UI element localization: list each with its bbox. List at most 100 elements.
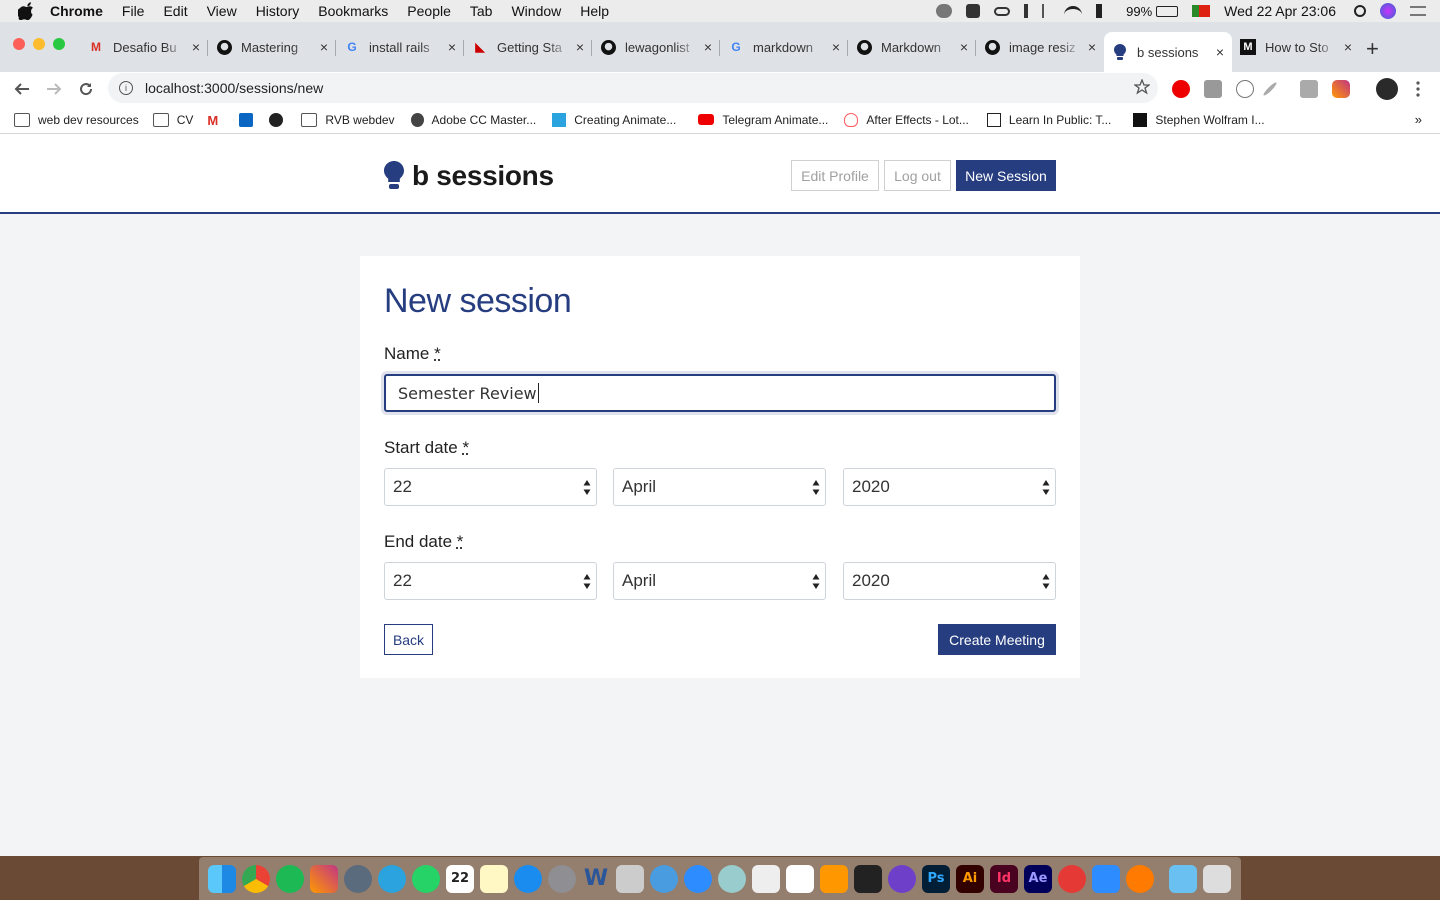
drive-extension-icon[interactable] — [1204, 80, 1222, 98]
bookmark[interactable]: Creating Animate... — [552, 112, 676, 127]
script-icon[interactable] — [616, 864, 644, 893]
indesign-icon[interactable]: Id — [990, 864, 1018, 893]
end-day-select[interactable]: 22 — [384, 562, 597, 600]
siri-icon[interactable] — [1380, 3, 1396, 19]
bookmark-folder[interactable]: RVB webdev — [301, 112, 395, 127]
close-tab-icon[interactable]: × — [192, 39, 200, 55]
instagram-extension-icon[interactable] — [1332, 80, 1350, 98]
textedit-icon[interactable] — [752, 864, 780, 893]
minimize-window-button[interactable] — [33, 38, 45, 50]
telegram-icon[interactable] — [378, 864, 406, 893]
quicktime-icon[interactable] — [650, 864, 678, 893]
menu-window[interactable]: Window — [511, 3, 561, 19]
forward-arrow-icon[interactable] — [43, 78, 65, 100]
zoom-icon[interactable] — [684, 864, 712, 893]
menu-bookmarks[interactable]: Bookmarks — [318, 3, 388, 19]
tab[interactable]: Gmarkdown × — [720, 32, 848, 62]
new-tab-icon[interactable]: + — [1366, 36, 1379, 62]
new-session-button[interactable]: New Session — [956, 160, 1056, 191]
bookmark[interactable] — [239, 112, 261, 127]
menu-history[interactable]: History — [256, 3, 300, 19]
reload-icon[interactable] — [75, 78, 97, 100]
finder-icon[interactable] — [208, 864, 236, 893]
aftereffects-icon[interactable]: Ae — [1024, 864, 1052, 893]
bookmark[interactable]: M — [207, 113, 231, 128]
bookmark-folder[interactable]: CV — [152, 112, 193, 127]
close-tab-icon[interactable]: × — [576, 39, 584, 55]
terminal-icon[interactable] — [854, 864, 882, 893]
chrome-icon[interactable] — [242, 864, 270, 893]
close-tab-icon[interactable]: × — [1344, 39, 1352, 55]
settings-icon[interactable] — [548, 864, 576, 893]
spotlight-icon[interactable] — [1354, 5, 1366, 17]
bookmark[interactable]: Learn In Public: T... — [986, 112, 1111, 127]
whatsapp-icon[interactable] — [412, 864, 440, 893]
hand-icon[interactable] — [1058, 864, 1086, 893]
spotify-icon[interactable] — [276, 864, 304, 893]
sublime-icon[interactable] — [820, 864, 848, 893]
safari-icon[interactable] — [718, 864, 746, 893]
start-year-select[interactable]: 2020 — [843, 468, 1056, 506]
word-icon[interactable]: W — [582, 865, 610, 893]
menu-help[interactable]: Help — [580, 3, 609, 19]
extension-icon[interactable] — [1236, 80, 1254, 98]
menu-dots-icon[interactable] — [1407, 78, 1429, 100]
close-tab-icon[interactable]: × — [448, 39, 456, 55]
bookmark[interactable] — [269, 112, 291, 127]
close-tab-icon[interactable]: × — [832, 39, 840, 55]
log-out-button[interactable]: Log out — [884, 160, 951, 191]
tab[interactable]: ◣ Getting Sta × — [464, 32, 592, 62]
start-day-select[interactable]: 22 — [384, 468, 597, 506]
close-tab-icon[interactable]: × — [704, 39, 712, 55]
notes-icon[interactable] — [480, 864, 508, 893]
close-tab-icon[interactable]: × — [320, 39, 328, 55]
bookmark-star-icon[interactable] — [1133, 78, 1151, 100]
menu-people[interactable]: People — [407, 3, 451, 19]
end-year-select[interactable]: 2020 — [843, 562, 1056, 600]
wifi-icon[interactable] — [1064, 6, 1083, 16]
photoshop-icon[interactable]: Ps — [922, 864, 950, 893]
back-arrow-icon[interactable] — [11, 78, 33, 100]
maximize-window-button[interactable] — [53, 38, 65, 50]
app-status-icon[interactable] — [966, 4, 981, 18]
close-window-button[interactable] — [13, 38, 25, 50]
profile-avatar[interactable] — [1376, 78, 1398, 100]
close-tab-icon[interactable]: × — [1216, 44, 1224, 60]
instagram-icon[interactable] — [310, 864, 338, 893]
battery-icon[interactable] — [1156, 5, 1179, 17]
transfer-icon[interactable] — [1024, 4, 1029, 18]
tab-active[interactable]: b sessions × — [1104, 32, 1232, 72]
trash-icon[interactable] — [1203, 864, 1231, 893]
illustrator-icon[interactable]: Ai — [956, 864, 984, 893]
tab[interactable]: lewagonlist × — [592, 32, 720, 62]
folder-icon[interactable] — [1169, 864, 1197, 893]
bookmark[interactable]: After Effects - Lot... — [844, 112, 969, 127]
more-bookmarks-icon[interactable]: » — [1415, 112, 1422, 127]
apple-icon[interactable] — [18, 2, 36, 20]
opera-extension-icon[interactable] — [1172, 80, 1190, 98]
bluetooth-icon[interactable] — [1042, 4, 1050, 18]
volume-icon[interactable] — [1096, 4, 1112, 18]
tab[interactable]: Ginstall rails × — [336, 32, 464, 62]
back-button[interactable]: Back — [384, 624, 433, 655]
tab[interactable]: Mastering × — [208, 32, 336, 62]
notification-center-icon[interactable] — [1410, 6, 1426, 16]
create-meeting-button[interactable]: Create Meeting — [938, 624, 1056, 655]
menu-view[interactable]: View — [207, 3, 237, 19]
eyedropper-extension-icon[interactable] — [1262, 81, 1278, 97]
cloud-icon[interactable] — [936, 4, 953, 18]
close-tab-icon[interactable]: × — [1088, 39, 1096, 55]
screenshot-icon[interactable] — [344, 864, 372, 893]
brand[interactable]: b sessions — [384, 160, 554, 192]
menu-file[interactable]: File — [122, 3, 145, 19]
glasses-icon[interactable] — [994, 6, 1011, 16]
bookmark[interactable]: Telegram Animate... — [698, 113, 828, 127]
copy-extension-icon[interactable] — [1300, 80, 1318, 98]
calendar-icon[interactable]: 22 — [446, 864, 474, 893]
github-desktop-icon[interactable] — [888, 864, 916, 893]
zoom-video-icon[interactable] — [1092, 864, 1120, 893]
bookmark-folder[interactable]: web dev resources — [14, 112, 139, 127]
menu-tab[interactable]: Tab — [470, 3, 493, 19]
clock[interactable]: Wed 22 Apr 23:06 — [1224, 3, 1336, 19]
menu-edit[interactable]: Edit — [163, 3, 187, 19]
